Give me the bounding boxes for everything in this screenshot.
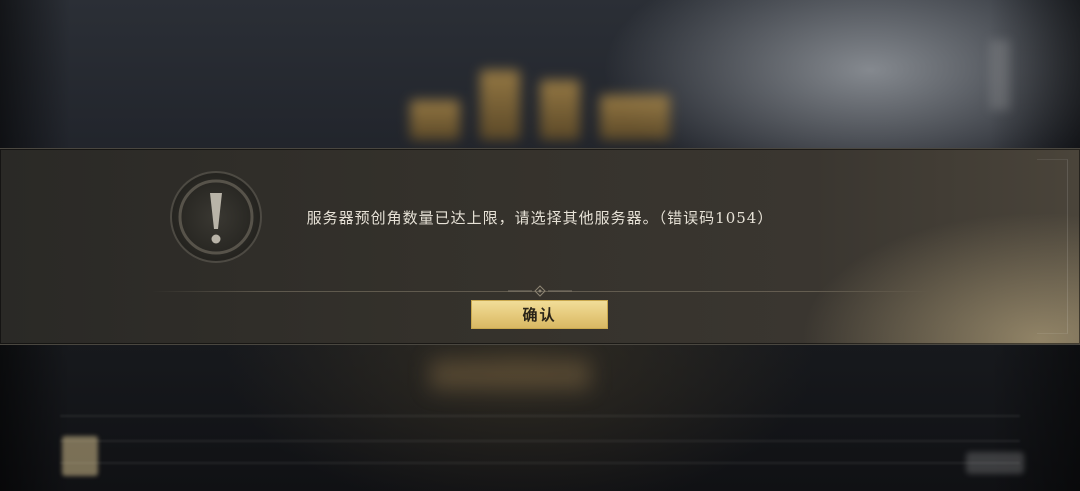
error-dialog: 服务器预创角数量已达上限，请选择其他服务器。（错误码1054） 确认: [0, 148, 1080, 345]
background-game-logo: [400, 60, 700, 150]
background-button: [966, 452, 1024, 474]
error-message: 服务器预创角数量已达上限，请选择其他服务器。（错误码1054）: [306, 209, 774, 227]
background-stripe: [60, 440, 1020, 442]
divider-ornament-icon: [508, 285, 572, 297]
background-side-card: [62, 436, 98, 476]
background-stripe: [60, 415, 1020, 417]
background-glow: [430, 360, 590, 390]
game-screen: 服务器预创角数量已达上限，请选择其他服务器。（错误码1054） 确认: [0, 0, 1080, 491]
dialog-frame: [1037, 159, 1068, 334]
confirm-button[interactable]: 确认: [471, 300, 608, 329]
background-vertical-text: [990, 40, 1010, 110]
background-stripe: [60, 462, 1020, 464]
